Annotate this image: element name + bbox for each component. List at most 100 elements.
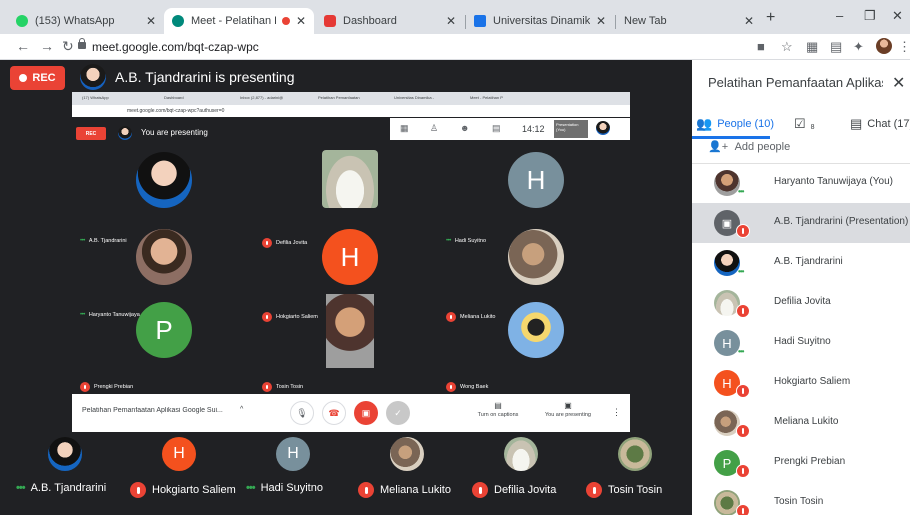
- strip-avatar-hokgiarto[interactable]: H: [162, 437, 196, 471]
- active-tab-indicator: [692, 136, 770, 139]
- menu-kebab-icon[interactable]: ⋮: [898, 39, 910, 55]
- strip-avatar-defilia[interactable]: [504, 437, 538, 471]
- participant-name: Meliana Lukito: [774, 416, 839, 427]
- mic-off-icon: [586, 482, 602, 498]
- back-icon[interactable]: ←: [16, 38, 30, 54]
- extension-icon[interactable]: ▤: [830, 39, 842, 55]
- recording-badge[interactable]: REC: [10, 66, 65, 90]
- tile-name: Prengki Prebian: [94, 384, 134, 390]
- close-window-icon[interactable]: ✕: [892, 8, 903, 24]
- puzzle-icon[interactable]: ✦: [853, 39, 864, 55]
- close-icon[interactable]: ✕: [446, 14, 456, 28]
- participant-row[interactable]: ▣ A.B. Tjandrarini (Presentation): [692, 203, 910, 243]
- tab-tasks[interactable]: ☑ 8: [794, 116, 815, 132]
- tab-chat[interactable]: ▤ Chat (17): [850, 116, 910, 132]
- strip-avatar-hadi[interactable]: H: [276, 437, 310, 471]
- participant-row[interactable]: ••• A.B. Tjandrarini: [692, 243, 910, 283]
- rec-label: REC: [32, 72, 56, 84]
- tab-title: Meet - Pelatihan Pema: [191, 15, 276, 27]
- tab-chat-label: Chat (17): [867, 118, 910, 130]
- tab-whatsapp[interactable]: (153) WhatsApp ✕: [8, 8, 164, 34]
- shared-tab: Inbox (2,877) - adarini@: [240, 95, 284, 100]
- shared-tab: Pelatihan Pemanfaatan: [318, 95, 360, 100]
- people-icon: 👥: [696, 116, 713, 131]
- person-add-icon: 👤+: [708, 141, 729, 153]
- close-panel-icon[interactable]: ✕: [892, 73, 905, 93]
- strip-avatar-tjandrarini[interactable]: [48, 437, 82, 471]
- participant-row[interactable]: H ••• Hadi Suyitno: [692, 323, 910, 363]
- tasks-count: 8: [810, 123, 815, 131]
- shared-clock: 14:12: [522, 124, 545, 134]
- url-field[interactable]: meet.google.com/bqt-czap-wpc: [92, 40, 259, 54]
- shared-url: meet.google.com/bqt-czap-wpc?authuser=0: [127, 108, 225, 114]
- strip-label: Defilia Jovita: [472, 482, 556, 498]
- forward-icon[interactable]: →: [40, 38, 54, 54]
- shared-presenting-text: You are presenting: [141, 128, 208, 137]
- shared-meeting-name: Pelatihan Pemanfaatan Aplikasi Google Su…: [82, 407, 223, 414]
- camera-icon[interactable]: ■: [757, 39, 765, 54]
- tab-people[interactable]: 👥 People (10): [696, 116, 774, 132]
- participant-row[interactable]: P Prengki Prebian: [692, 443, 910, 483]
- strip-name: Meliana Lukito: [380, 484, 451, 496]
- add-people-label: Add people: [734, 141, 791, 153]
- close-icon[interactable]: ✕: [146, 14, 156, 28]
- tab-new-tab[interactable]: New Tab ✕: [616, 8, 762, 34]
- tab-title: Universitas Dinamika - Cale: [493, 15, 590, 27]
- strip-label: ••• Hadi Suyitno: [246, 482, 323, 494]
- grid-extension-icon[interactable]: ▦: [806, 39, 818, 55]
- mic-off-icon: [736, 424, 750, 438]
- participant-row[interactable]: Meliana Lukito: [692, 403, 910, 443]
- strip-label: Hokgiarto Saliem: [130, 482, 236, 498]
- tab-calendar[interactable]: Universitas Dinamika - Cale ✕: [466, 8, 614, 34]
- participant-row[interactable]: H Hokgiarto Saliem: [692, 363, 910, 403]
- profile-avatar[interactable]: [876, 38, 892, 54]
- participant-row[interactable]: Tosin Tosin: [692, 483, 910, 515]
- mic-off-icon: [736, 504, 750, 515]
- grid-icon: ▦: [400, 123, 409, 133]
- tile-name: Hadi Suyitno: [454, 238, 486, 244]
- minimize-icon[interactable]: –: [836, 8, 843, 23]
- participant-row[interactable]: ••• Haryanto Tanuwijaya (You): [692, 163, 910, 203]
- hangup-icon: ☎: [322, 401, 346, 425]
- reload-icon[interactable]: ↻: [62, 38, 74, 55]
- tile-avatar-meliana: [508, 229, 564, 285]
- close-icon[interactable]: ✕: [744, 14, 754, 28]
- participant-row[interactable]: Defilia Jovita: [692, 283, 910, 323]
- avatar-initial: H: [722, 375, 732, 391]
- mic-button-icon: 🎙: [290, 401, 314, 425]
- address-bar: ← → ↻ meet.google.com/bqt-czap-wpc ■ ☆ ▦…: [0, 34, 910, 60]
- camera-off-icon: ▣: [354, 401, 378, 425]
- check-icon: ✓: [386, 401, 410, 425]
- tile-avatar-hadi: H: [508, 152, 564, 208]
- strip-name: Hokgiarto Saliem: [152, 484, 236, 496]
- shared-tab: Universitas Dinamika -: [394, 95, 435, 100]
- close-icon[interactable]: ✕: [596, 14, 606, 28]
- strip-label: ••• A.B. Tjandrarini: [16, 482, 106, 494]
- person-icon: ♙: [430, 123, 439, 133]
- participant-name: Haryanto Tanuwijaya (You): [774, 176, 893, 187]
- mic-off-icon: [262, 312, 272, 322]
- rec-label: REC: [85, 130, 97, 137]
- close-icon[interactable]: ✕: [296, 14, 306, 28]
- new-tab-button[interactable]: +: [766, 9, 775, 27]
- tile-label: ••• Haryanto Tanuwijaya: [80, 312, 140, 318]
- tile-name: Meliana Lukito: [460, 314, 496, 320]
- add-people-button[interactable]: 👤+ Add people: [708, 140, 790, 153]
- participant-name: Prengki Prebian: [774, 456, 846, 467]
- tile-name: Wong Baek: [460, 384, 489, 390]
- tab-meet[interactable]: Meet - Pelatihan Pema ✕: [164, 8, 314, 34]
- participant-name: Hadi Suyitno: [774, 336, 831, 347]
- strip-avatar-tosin[interactable]: [618, 437, 652, 471]
- avatar-initial: H: [722, 335, 732, 351]
- checkbox-icon: ☑: [794, 116, 806, 131]
- participant-name: Tosin Tosin: [774, 496, 824, 507]
- bookmark-star-icon[interactable]: ☆: [781, 39, 793, 55]
- restore-icon[interactable]: ❐: [864, 8, 876, 24]
- tab-dashboard[interactable]: Dashboard ✕: [316, 8, 464, 34]
- people-icon: ☻: [460, 123, 470, 133]
- strip-avatar-meliana[interactable]: [390, 437, 424, 471]
- chat-icon: ▤: [492, 123, 501, 133]
- mic-off-icon: [736, 304, 750, 318]
- browser-tab-bar: (153) WhatsApp ✕ Meet - Pelatihan Pema ✕…: [0, 0, 910, 34]
- you-label: You: [612, 126, 621, 132]
